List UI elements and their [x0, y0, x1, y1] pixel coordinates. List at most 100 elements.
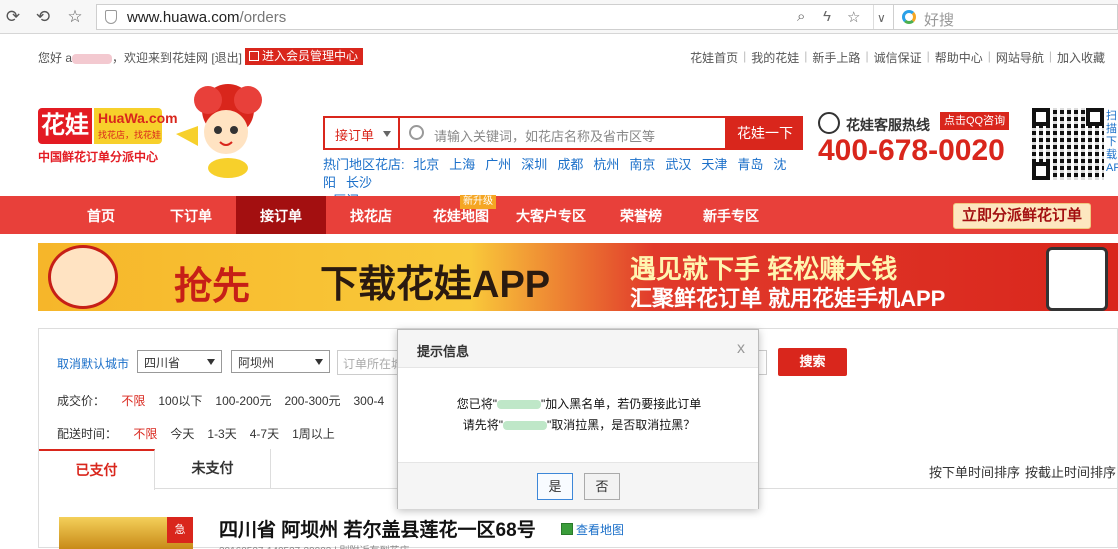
top-link-favorite[interactable]: 加入收藏 [1052, 49, 1110, 66]
shop-name-redacted [503, 421, 547, 431]
city-select[interactable]: 阿坝州 [231, 350, 330, 373]
qq-consult-button[interactable]: 点击QQ咨询 [940, 112, 1010, 130]
time-option[interactable]: 今天 [170, 427, 194, 441]
dispatch-order-button[interactable]: 立即分派鲜花订单 [953, 203, 1091, 229]
yes-button[interactable]: 是 [537, 473, 573, 500]
site-logo[interactable]: 花娃 HuaWa.com 找花店，找花娃 中国鲜花订单分派中心 [38, 108, 178, 164]
main-search-input[interactable]: 请输入关键词，如花店名称及省市区等 [398, 116, 727, 150]
top-link-my[interactable]: 我的花娃 [746, 49, 804, 66]
qr-caption: 扫描下载APP [1106, 110, 1118, 174]
dialog-footer: 是 否 [398, 462, 758, 509]
search-type-select[interactable]: 接订单 [323, 116, 398, 150]
divider [873, 5, 874, 29]
browser-toolbar: ⟳ ⟲ ☆ www.huawa.com/orders ⌕ ϟ ☆ ∨ 好搜 [0, 0, 1118, 34]
close-icon[interactable]: x [737, 340, 745, 358]
top-link-newbie[interactable]: 新手上路 [807, 49, 865, 66]
nav-newbie[interactable]: 新手专区 [686, 196, 776, 234]
hot-city[interactable]: 杭州 [593, 157, 619, 172]
hot-city[interactable]: 南京 [629, 157, 655, 172]
logo-slogan: 中国鲜花订单分派中心 [38, 150, 159, 164]
caret-down-icon [207, 359, 215, 365]
sort-by-deadline[interactable]: 按截止时间排序 [1025, 462, 1116, 481]
nav-key-accounts[interactable]: 大客户专区 [506, 196, 596, 234]
order-address[interactable]: 四川省 阿坝州 若尔盖县莲花一区68号 [219, 515, 536, 542]
new-upgrade-badge: 新升级 [460, 195, 496, 209]
hot-city[interactable]: 上海 [449, 157, 475, 172]
hot-city[interactable]: 深圳 [521, 157, 547, 172]
address-bar[interactable]: www.huawa.com/orders ⌕ ϟ ☆ ∨ [96, 4, 894, 30]
top-link-trust[interactable]: 诚信保证 [869, 49, 927, 66]
time-option[interactable]: 不限 [133, 427, 157, 441]
hot-city[interactable]: 广州 [485, 157, 511, 172]
nav-place-order[interactable]: 下订单 [146, 196, 236, 234]
browser-search-placeholder: 好搜 [924, 12, 955, 29]
price-option[interactable]: 300-4 [354, 394, 385, 408]
main-search-button[interactable]: 花娃一下 [727, 116, 803, 150]
map-icon [561, 523, 573, 535]
sort-by-order-time[interactable]: 按下单时间排序 [929, 462, 1020, 481]
nav-take-order[interactable]: 接订单 [236, 196, 326, 234]
top-bar: 您好 a ，欢迎来到花娃网 [退出] 进入会员管理中心 花娃首页 | 我的花娃 | 新… [0, 44, 1118, 68]
filter-search-button[interactable]: 搜索 [778, 348, 847, 376]
username-redacted [72, 53, 113, 64]
caret-down-icon [315, 359, 323, 365]
app-download-banner[interactable]: 抢先 下载花娃APP 遇见就下手 轻松赚大钱 汇聚鲜花订单 就用花娃手机APP [38, 243, 1118, 311]
price-option[interactable]: 100以下 [158, 394, 202, 408]
main-nav: 首页 下订单 接订单 找花店 花娃地图 新升级 大客户专区 荣誉榜 新手专区 [0, 195, 1118, 234]
caret-down-icon [383, 131, 391, 137]
reload-icon[interactable]: ⟳ [2, 6, 24, 28]
delivery-time-filter: 配送时间： 不限 今天 1-3天 4-7天 1周以上 [57, 427, 335, 441]
price-option[interactable]: 200-300元 [284, 394, 340, 408]
url-text: www.huawa.com/orders [127, 9, 287, 26]
shield-icon [105, 10, 117, 24]
time-option[interactable]: 4-7天 [250, 427, 279, 441]
dialog-title: 提示信息 [398, 330, 758, 368]
hot-city[interactable]: 成都 [557, 157, 583, 172]
price-option[interactable]: 100-200元 [215, 394, 271, 408]
nav-home[interactable]: 首页 [56, 196, 146, 234]
mascot-image [176, 84, 262, 178]
logo-en-box: HuaWa.com 找花店，找花娃 [94, 108, 178, 144]
price-option[interactable]: 不限 [121, 394, 145, 408]
hot-city[interactable]: 长沙 [346, 175, 372, 190]
bookmark-star-icon[interactable]: ☆ [847, 8, 860, 26]
enter-icon [249, 51, 259, 61]
province-select[interactable]: 四川省 [137, 350, 222, 373]
member-center-button[interactable]: 进入会员管理中心 [245, 48, 364, 65]
view-map-link[interactable]: 查看地图 [561, 521, 624, 538]
search-icon [409, 125, 424, 140]
banner-phone-image [1046, 247, 1108, 311]
tab-unpaid[interactable]: 未支付 [155, 449, 271, 489]
hot-city[interactable]: 青岛 [737, 157, 763, 172]
hotline: 花娃客服热线 点击QQ咨询 400-678-0020 [818, 112, 1028, 172]
no-button[interactable]: 否 [584, 473, 620, 500]
hot-city[interactable]: 武汉 [665, 157, 691, 172]
urgent-badge: 急 [167, 517, 193, 543]
hot-city[interactable]: 北京 [413, 157, 439, 172]
logo-cn: 花娃 [38, 108, 92, 144]
tab-paid[interactable]: 已支付 [39, 449, 155, 490]
hot-city[interactable]: 天津 [701, 157, 727, 172]
price-filter: 成交价： 不限 100以下 100-200元 200-300元 300-4 [57, 394, 385, 408]
phone-icon [818, 112, 840, 134]
browser-search-box[interactable]: 好搜 [894, 4, 1118, 30]
dialog-message: 您已将" "加入黑名单，若仍要接此订单 请先将" "取消拉黑，是否取消拉黑？ [456, 397, 702, 432]
nav-honor[interactable]: 荣誉榜 [596, 196, 686, 234]
top-link-sitemap[interactable]: 网站导航 [991, 49, 1049, 66]
chevron-down-icon[interactable]: ∨ [877, 11, 886, 25]
app-qr-code [1032, 108, 1104, 180]
order-thumbnail[interactable]: 急 [59, 517, 193, 549]
main-search: 接订单 请输入关键词，如花店名称及省市区等 花娃一下 [323, 116, 803, 150]
top-link-help[interactable]: 帮助中心 [930, 49, 988, 66]
banner-character-image [48, 245, 118, 309]
nav-find-shop[interactable]: 找花店 [326, 196, 416, 234]
top-link-home[interactable]: 花娃首页 [685, 49, 743, 66]
haosou-logo-icon [902, 10, 916, 24]
search-icon[interactable]: ⌕ [797, 8, 805, 25]
time-option[interactable]: 1周以上 [292, 427, 335, 441]
cancel-default-city-link[interactable]: 取消默认城市 [57, 355, 129, 372]
time-option[interactable]: 1-3天 [207, 427, 236, 441]
back-icon[interactable]: ⟲ [32, 6, 54, 28]
star-icon[interactable]: ☆ [64, 6, 86, 28]
lightning-icon[interactable]: ϟ [823, 8, 831, 25]
